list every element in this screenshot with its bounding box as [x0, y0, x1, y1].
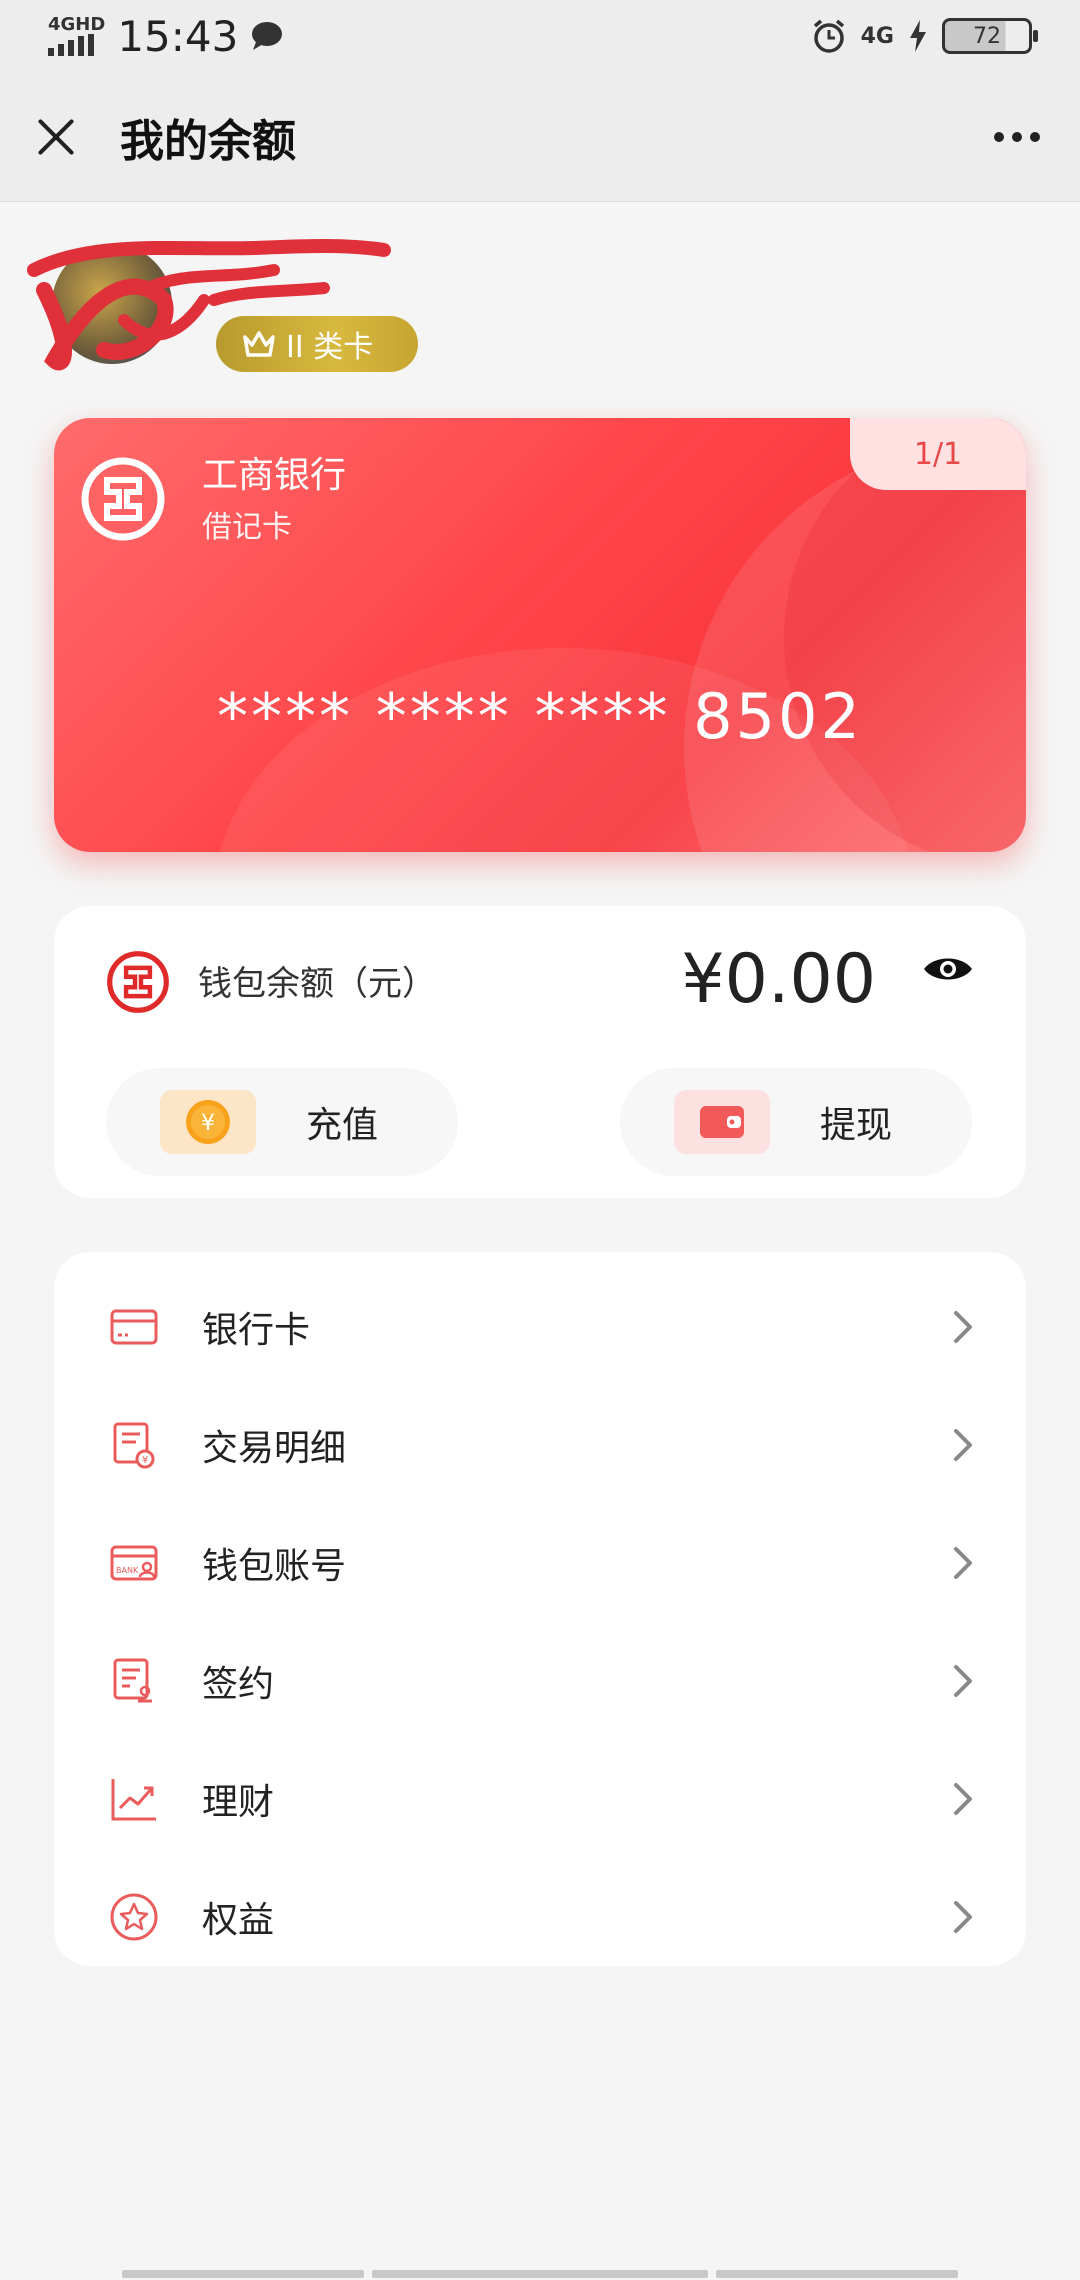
- wallet-balance-amount: ¥0.00: [681, 940, 876, 1019]
- charging-bolt-icon: [910, 20, 926, 52]
- title-bar: 我的余额: [0, 72, 1080, 202]
- recharge-label: 充值: [306, 1105, 379, 1146]
- status-bar: 4GHD 15:43 4G 72: [0, 0, 1080, 72]
- wallet-balance-label: 钱包余额（元）: [198, 964, 436, 1004]
- chat-bubble-icon: [252, 22, 283, 50]
- menu-item-bank-card[interactable]: 银行卡: [54, 1268, 1026, 1386]
- menu-item-label: 钱包账号: [202, 1546, 347, 1587]
- recharge-button[interactable]: ¥ 充值: [106, 1068, 458, 1176]
- menu-item-wallet-account[interactable]: BANK 钱包账号: [54, 1504, 1026, 1622]
- card-type: 借记卡: [202, 510, 292, 545]
- menu-item-benefits[interactable]: 权益: [54, 1858, 1026, 1976]
- menu-item-label: 交易明细: [202, 1428, 347, 1469]
- wallet-icon: [700, 1106, 744, 1138]
- recharge-icon-box: ¥: [160, 1090, 256, 1154]
- svg-text:BANK: BANK: [116, 1566, 139, 1575]
- card-bank-name: 工商银行: [202, 455, 347, 496]
- card-page-indicator: 1/1: [850, 418, 1026, 490]
- bank-card[interactable]: 1/1 工商银行 借记卡 **** **** **** 8502: [54, 418, 1026, 852]
- menu-item-contract[interactable]: 签约: [54, 1622, 1026, 1740]
- status-right: 4G 72: [811, 18, 1038, 54]
- crown-icon: [243, 331, 275, 357]
- battery-level: 72: [973, 23, 1001, 49]
- clock: 15:43: [117, 11, 239, 61]
- battery-icon: 72: [942, 18, 1038, 54]
- chevron-right-icon: [954, 1783, 972, 1815]
- menu-item-finance[interactable]: 理财: [54, 1740, 1026, 1858]
- withdraw-button[interactable]: 提现: [620, 1068, 972, 1176]
- nav-bar-segment[interactable]: [372, 2270, 708, 2278]
- withdraw-label: 提现: [820, 1105, 893, 1146]
- menu-item-label: 签约: [202, 1664, 275, 1705]
- transaction-detail-icon: ¥: [106, 1417, 162, 1473]
- close-icon[interactable]: [34, 116, 76, 158]
- icbc-logo-icon: [81, 457, 165, 541]
- network-indicator: 4GHD: [48, 16, 105, 56]
- chevron-right-icon: [954, 1547, 972, 1579]
- badge-label: II 类卡: [286, 330, 374, 365]
- nav-bar-segment[interactable]: [716, 2270, 958, 2278]
- page-title: 我的余额: [120, 115, 296, 167]
- more-options-icon[interactable]: [988, 122, 1046, 152]
- menu-item-label: 银行卡: [202, 1310, 311, 1351]
- bottom-navigation-bar: [0, 2270, 1080, 2280]
- card-level-badge: II 类卡: [216, 316, 418, 372]
- withdraw-icon-box: [674, 1090, 770, 1154]
- network-type: 4GHD: [48, 14, 106, 35]
- signal-icon: [48, 34, 94, 56]
- menu-item-label: 权益: [202, 1900, 275, 1941]
- wallet-panel: 钱包余额（元） ¥0.00 ¥ 充值 提现: [54, 906, 1026, 1198]
- svg-text:¥: ¥: [201, 1111, 215, 1136]
- status-left: 4GHD 15:43: [48, 12, 284, 61]
- bank-card-icon: [106, 1299, 162, 1355]
- chevron-right-icon: [954, 1429, 972, 1461]
- wallet-account-icon: BANK: [106, 1535, 162, 1591]
- coin-icon: ¥: [186, 1100, 230, 1144]
- eye-icon[interactable]: [922, 952, 974, 986]
- chevron-right-icon: [954, 1311, 972, 1343]
- nav-bar-segment[interactable]: [122, 2270, 364, 2278]
- menu-list: 银行卡 ¥ 交易明细 BANK 钱包账号 签约 理财 权益: [54, 1252, 1026, 1966]
- svg-text:¥: ¥: [142, 1455, 148, 1466]
- chevron-right-icon: [954, 1665, 972, 1697]
- chevron-right-icon: [954, 1901, 972, 1933]
- card-number: **** **** **** 8502: [217, 680, 863, 753]
- network-type-right: 4G: [860, 23, 894, 49]
- contract-icon: [106, 1653, 162, 1709]
- menu-item-transactions[interactable]: ¥ 交易明细: [54, 1386, 1026, 1504]
- alarm-clock-icon: [813, 19, 844, 53]
- menu-item-label: 理财: [202, 1782, 275, 1823]
- star-badge-icon: [106, 1889, 162, 1945]
- finance-chart-icon: [106, 1771, 162, 1827]
- icbc-logo-icon: [107, 951, 169, 1013]
